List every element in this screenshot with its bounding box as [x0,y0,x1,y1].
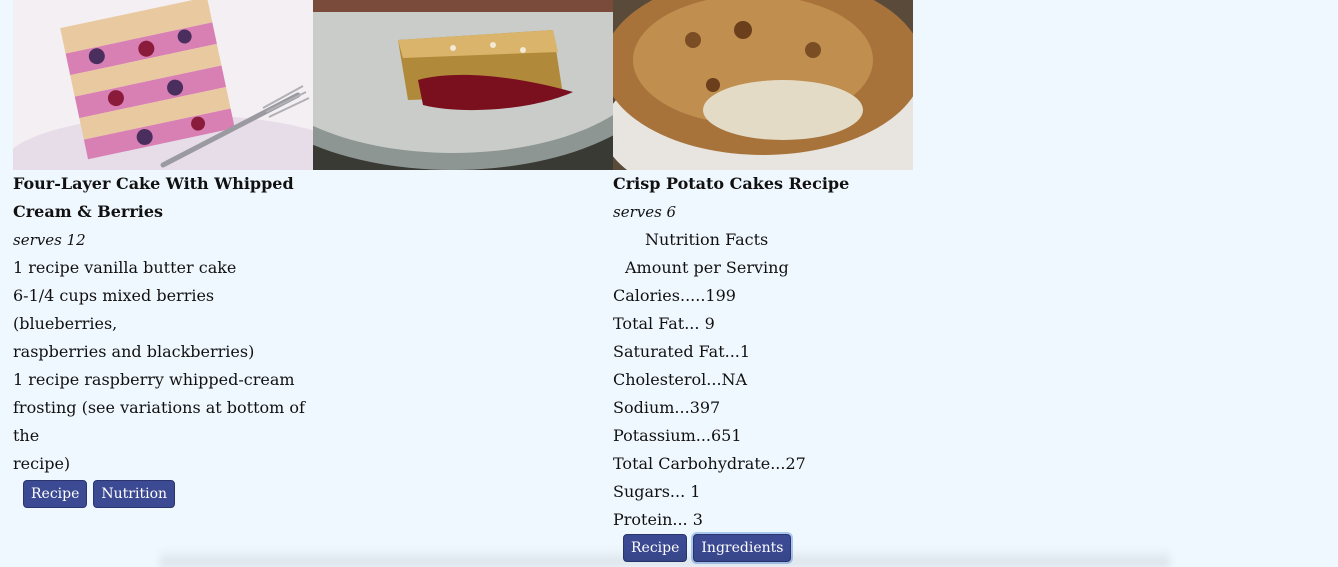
nutrition-line: Protein... 3 [613,510,703,529]
nutrition-line: Saturated Fat...1 [613,342,751,361]
ingredient-line: 6-1/4 cups mixed berries (blueberries, [13,286,215,333]
nutrition-line: Sugars... 1 [613,482,701,501]
nutrition-line: Total Carbohydrate...27 [613,454,806,473]
nutrition-facts-subheading: Amount per Serving [625,258,789,277]
cake-photo[interactable] [13,0,313,170]
ingredient-line: frosting (see variations at bottom of th… [13,398,305,445]
recipe-serves: serves 12 [13,231,86,249]
recipe-button[interactable]: Recipe [23,480,88,508]
nutrition-facts-heading: Nutrition Facts [645,230,769,249]
recipe-card-dessert [313,0,613,170]
recipe-actions: Recipe Nutrition [13,480,313,508]
bottom-shadow [160,548,1170,567]
nutrition-line: Sodium...397 [613,398,721,417]
ingredient-line: raspberries and blackberries) [13,342,255,361]
ingredient-line: 1 recipe vanilla butter cake [13,258,237,277]
nutrition-button[interactable]: Nutrition [93,480,176,508]
dessert-photo[interactable] [313,0,613,170]
nutrition-line: Cholesterol...NA [613,370,748,389]
recipe-card-four-layer-cake: Four-Layer Cake With Whipped Cream & Ber… [13,0,313,508]
nutrition-line: Total Fat... 9 [613,314,715,333]
nutrition-list: Calories.....199 Total Fat... 9 Saturate… [613,282,913,534]
potato-cake-photo[interactable] [613,0,913,170]
recipe-title: Crisp Potato Cakes Recipe [613,174,850,193]
recipe-serves: serves 6 [613,203,677,221]
ingredient-line: 1 recipe raspberry whipped-cream [13,370,295,389]
nutrition-line: Calories.....199 [613,286,736,305]
recipe-title: Four-Layer Cake With Whipped Cream & Ber… [13,174,294,221]
ingredient-list: 1 recipe vanilla butter cake 6-1/4 cups … [13,254,313,478]
nutrition-line: Potassium...651 [613,426,742,445]
ingredient-line: recipe) [13,454,71,473]
recipe-card-crisp-potato-cakes: Crisp Potato Cakes Recipe serves 6 Nutri… [613,0,913,562]
